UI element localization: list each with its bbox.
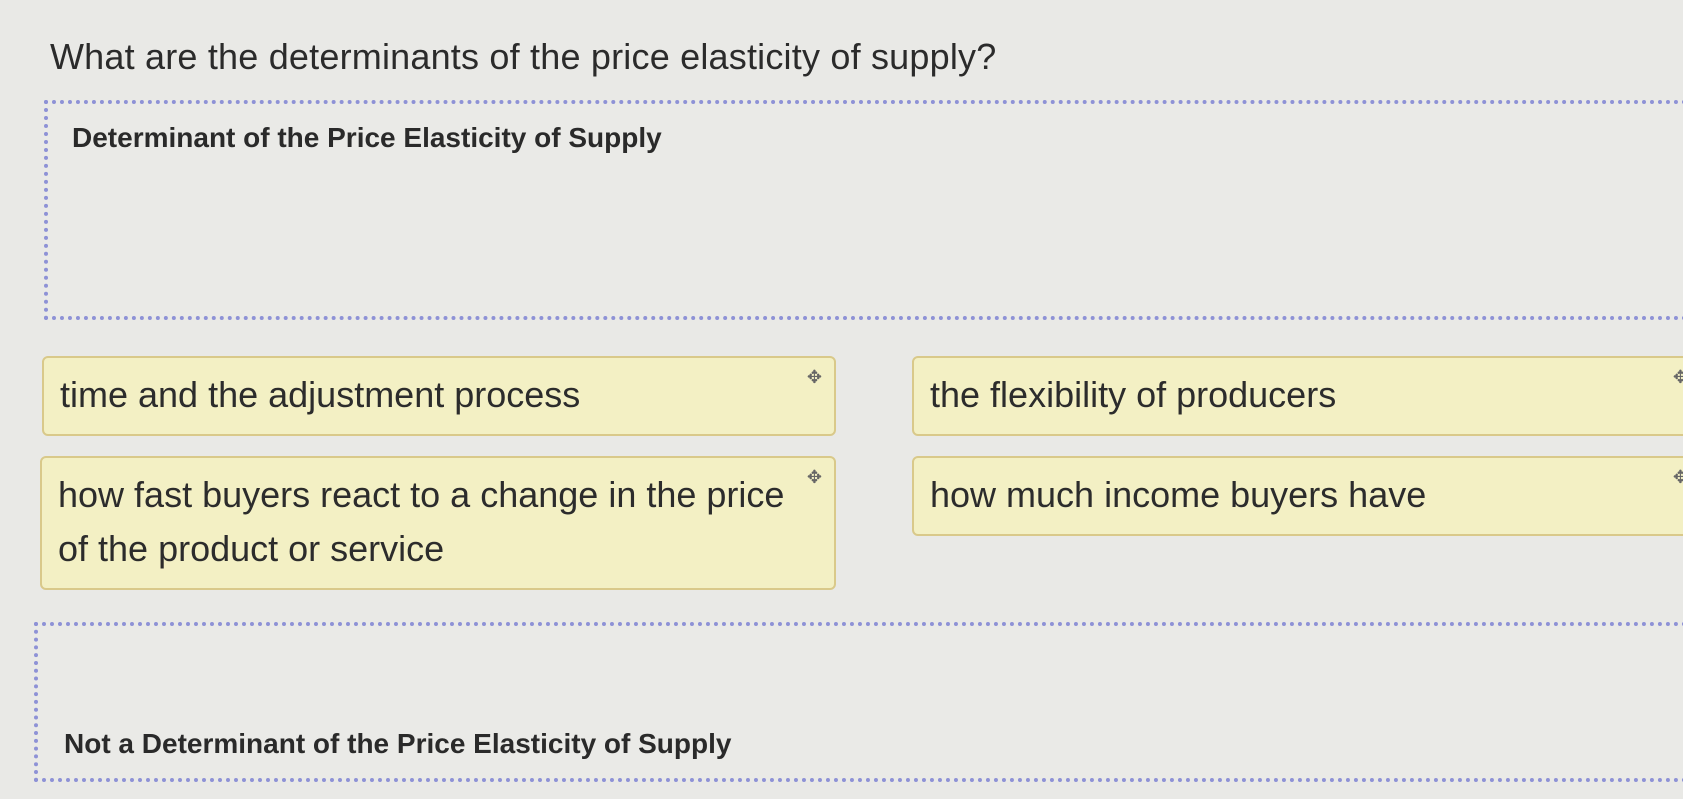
draggable-card-buyer-reaction[interactable]: ✥ how fast buyers react to a change in t… bbox=[40, 456, 836, 590]
draggable-card-buyer-income[interactable]: ✥ how much income buyers have bbox=[912, 456, 1683, 536]
move-icon[interactable]: ✥ bbox=[807, 468, 822, 486]
move-icon[interactable]: ✥ bbox=[1673, 368, 1683, 386]
move-icon[interactable]: ✥ bbox=[807, 368, 822, 386]
draggable-card-time-adjustment[interactable]: ✥ time and the adjustment process bbox=[42, 356, 836, 436]
draggable-card-flexibility-producers[interactable]: ✥ the flexibility of producers bbox=[912, 356, 1683, 436]
not-determinant-zone-label: Not a Determinant of the Price Elasticit… bbox=[64, 728, 732, 759]
determinant-drop-zone[interactable]: Determinant of the Price Elasticity of S… bbox=[44, 100, 1683, 320]
move-icon[interactable]: ✥ bbox=[1673, 468, 1683, 486]
question-title: What are the determinants of the price e… bbox=[50, 36, 997, 77]
determinant-zone-label: Determinant of the Price Elasticity of S… bbox=[72, 122, 662, 153]
not-determinant-drop-zone[interactable]: Not a Determinant of the Price Elasticit… bbox=[34, 622, 1683, 782]
card-label: how fast buyers react to a change in the… bbox=[58, 474, 785, 569]
card-label: the flexibility of producers bbox=[930, 374, 1337, 415]
card-label: time and the adjustment process bbox=[60, 374, 581, 415]
card-label: how much income buyers have bbox=[930, 474, 1427, 515]
